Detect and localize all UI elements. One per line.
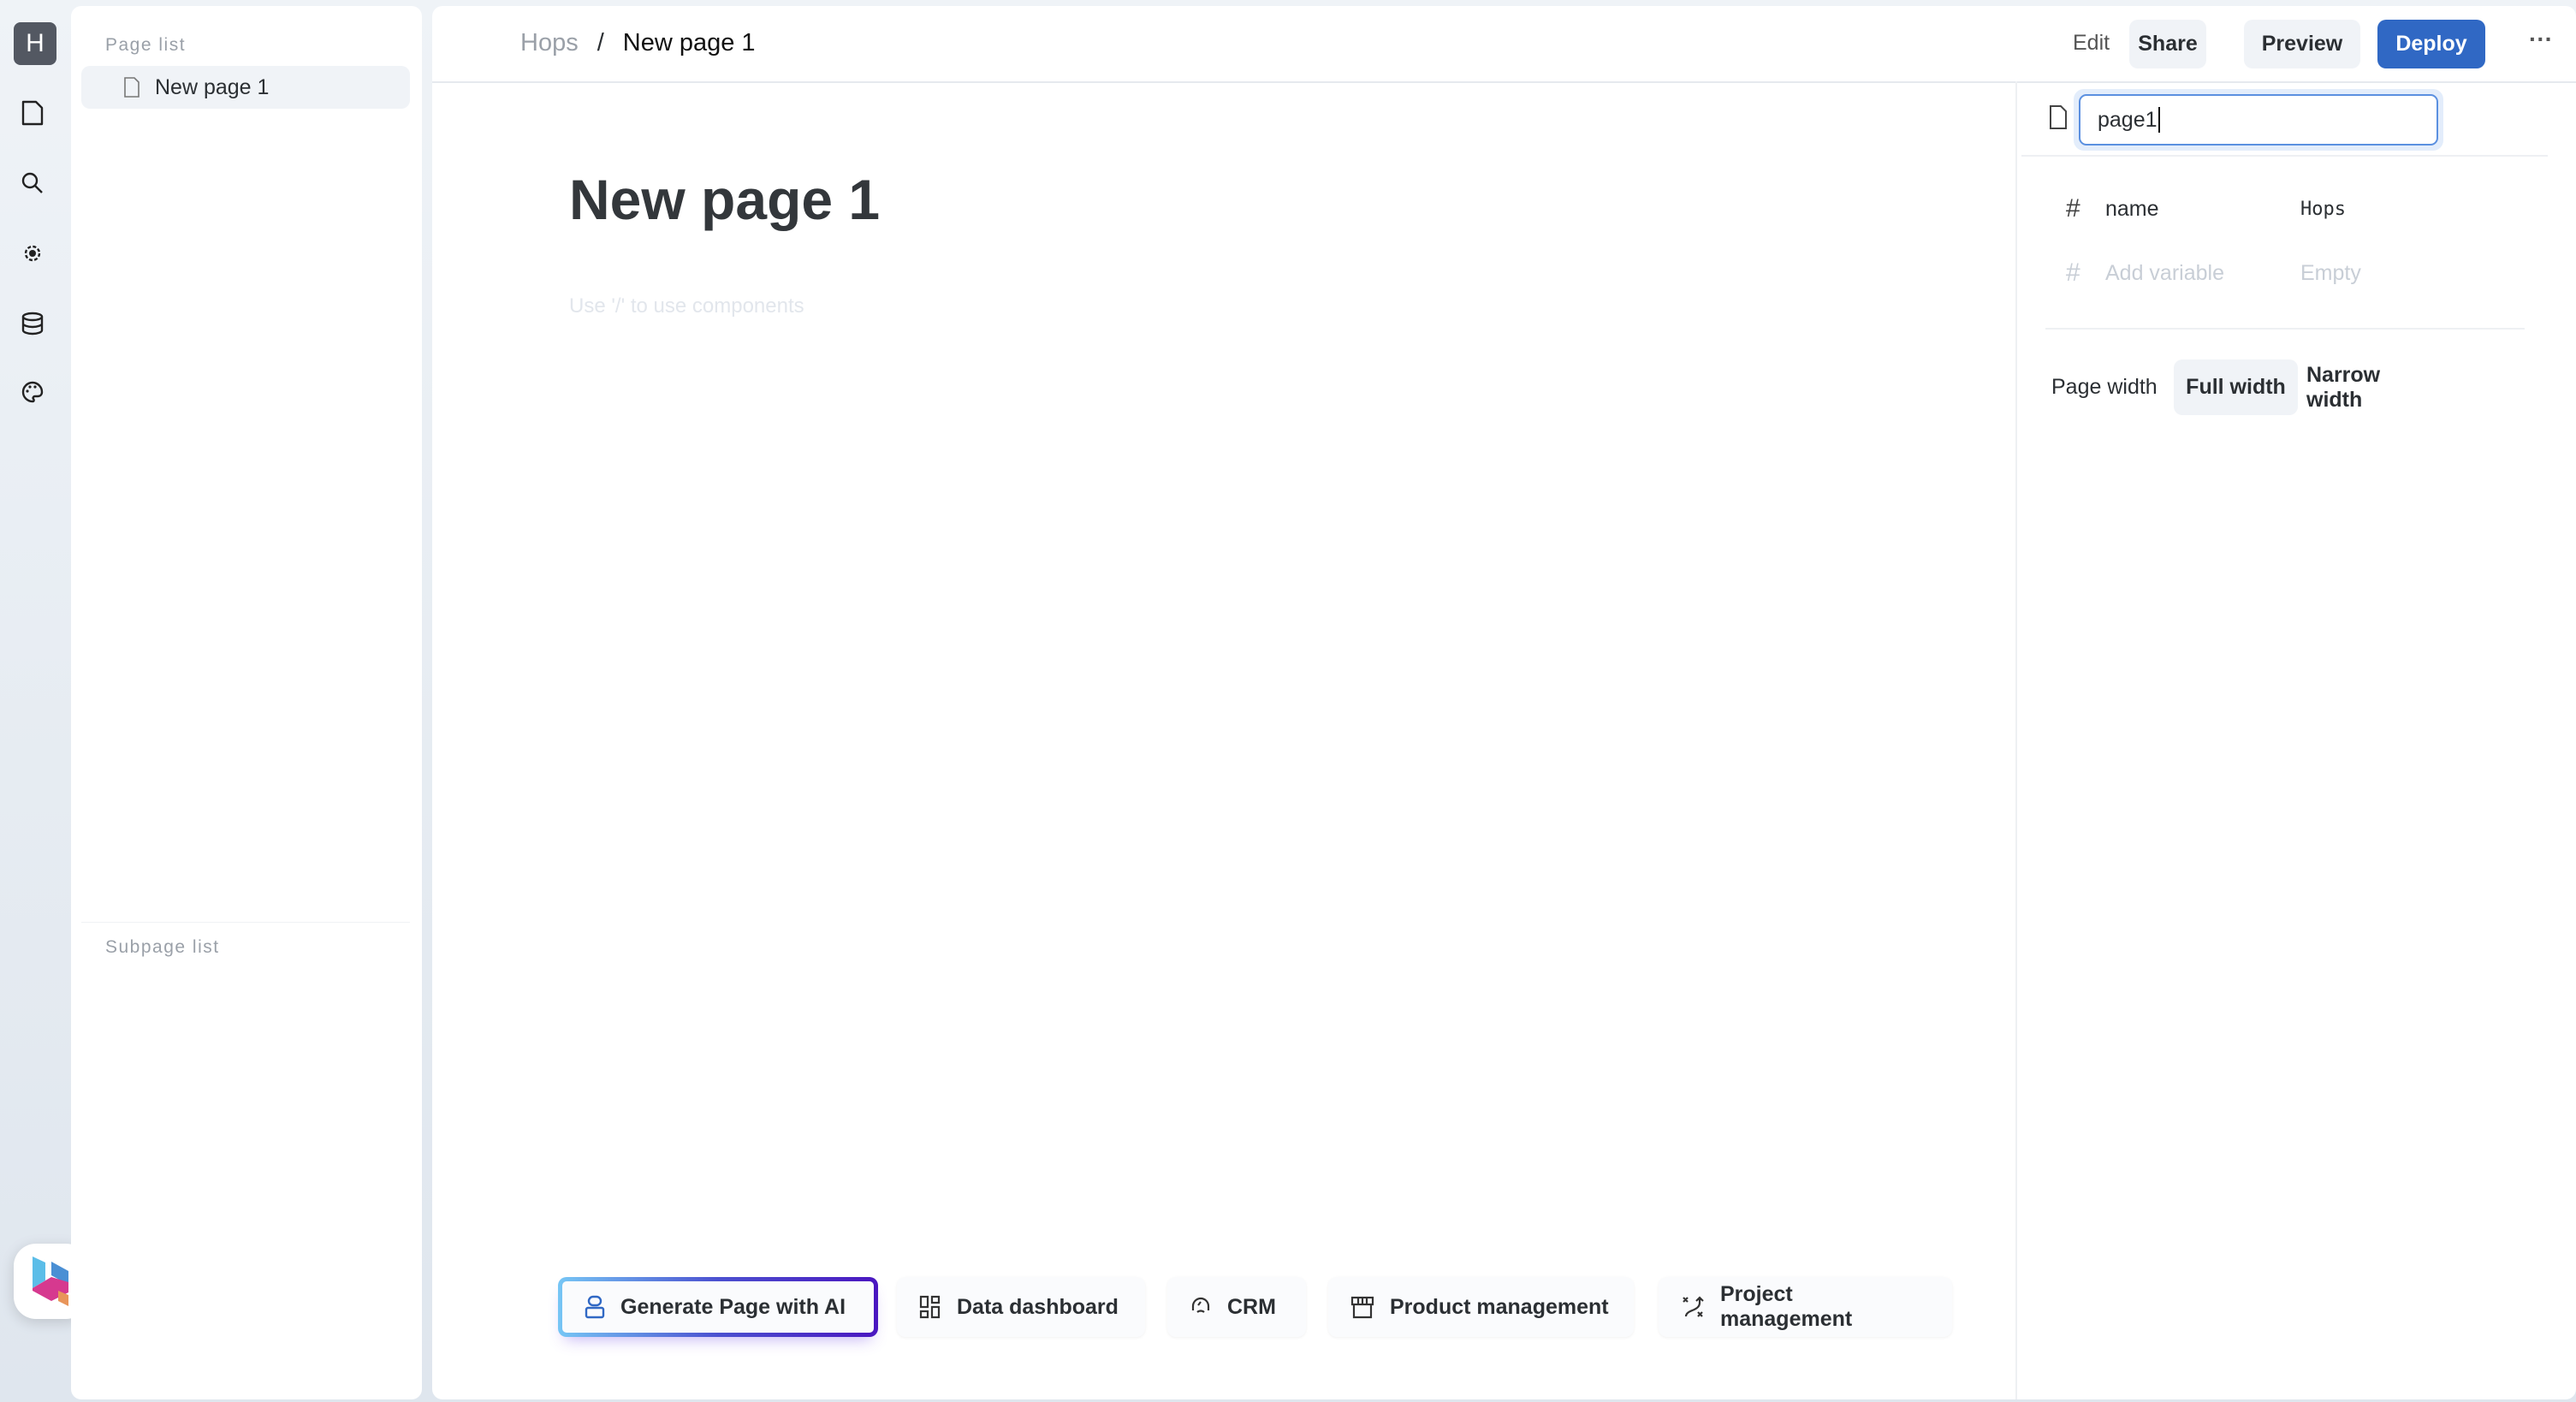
preview-button[interactable]: Preview: [2244, 20, 2360, 68]
hash-icon: #: [2066, 258, 2080, 287]
divider: [2045, 328, 2525, 330]
robot-icon: [585, 1295, 605, 1319]
workspace-avatar[interactable]: H: [14, 22, 56, 65]
data-dashboard-button[interactable]: Data dashboard: [897, 1277, 1145, 1337]
breadcrumb-current: New page 1: [622, 29, 756, 56]
page-title[interactable]: New page 1: [569, 167, 880, 232]
crm-button[interactable]: CRM: [1167, 1277, 1306, 1337]
share-button[interactable]: Share: [2129, 20, 2206, 68]
breadcrumb: Hops / New page 1: [520, 29, 756, 57]
page-list-panel: Page list New page 1 Subpage list: [71, 6, 422, 1399]
deploy-button[interactable]: Deploy: [2377, 20, 2485, 68]
hash-icon: #: [2066, 194, 2080, 223]
search-icon[interactable]: [19, 169, 46, 197]
variable-row[interactable]: # name Hops: [2066, 194, 2346, 223]
page-list-title: Page list: [105, 35, 187, 55]
more-options-icon[interactable]: ···: [2529, 26, 2553, 53]
narrow-width-option[interactable]: Narrow width: [2306, 359, 2435, 415]
gear-icon[interactable]: [19, 240, 46, 267]
breadcrumb-root[interactable]: Hops: [520, 29, 579, 57]
page-id-input-wrap: page1: [2074, 89, 2443, 151]
database-icon[interactable]: [19, 310, 46, 337]
project-management-button[interactable]: Project management: [1659, 1277, 1952, 1337]
route-icon: [1683, 1296, 1704, 1317]
header-divider: [432, 81, 2576, 83]
palette-icon[interactable]: [19, 378, 46, 406]
page-width-label: Page width: [2051, 375, 2158, 399]
inspector-divider: [2015, 81, 2017, 1399]
product-management-button[interactable]: Product management: [1328, 1277, 1634, 1337]
divider: [81, 922, 410, 923]
store-icon: [1350, 1296, 1374, 1319]
subpage-list-title: Subpage list: [105, 937, 220, 957]
generate-page-ai-button[interactable]: Generate Page with AI: [558, 1277, 878, 1337]
dashboard-icon: [919, 1295, 941, 1319]
page-id-input[interactable]: page1: [2079, 94, 2438, 146]
editor-placeholder[interactable]: Use '/' to use components: [569, 294, 804, 318]
document-icon[interactable]: [19, 99, 46, 127]
headset-icon: [1191, 1297, 1210, 1313]
page-icon: [2050, 105, 2067, 129]
page-list-item[interactable]: New page 1: [81, 66, 410, 109]
add-variable-row[interactable]: # Add variable Empty: [2066, 258, 2361, 288]
page-icon: [124, 77, 139, 98]
divider: [2021, 155, 2548, 157]
edit-button[interactable]: Edit: [2073, 31, 2110, 56]
full-width-option[interactable]: Full width: [2174, 359, 2298, 415]
